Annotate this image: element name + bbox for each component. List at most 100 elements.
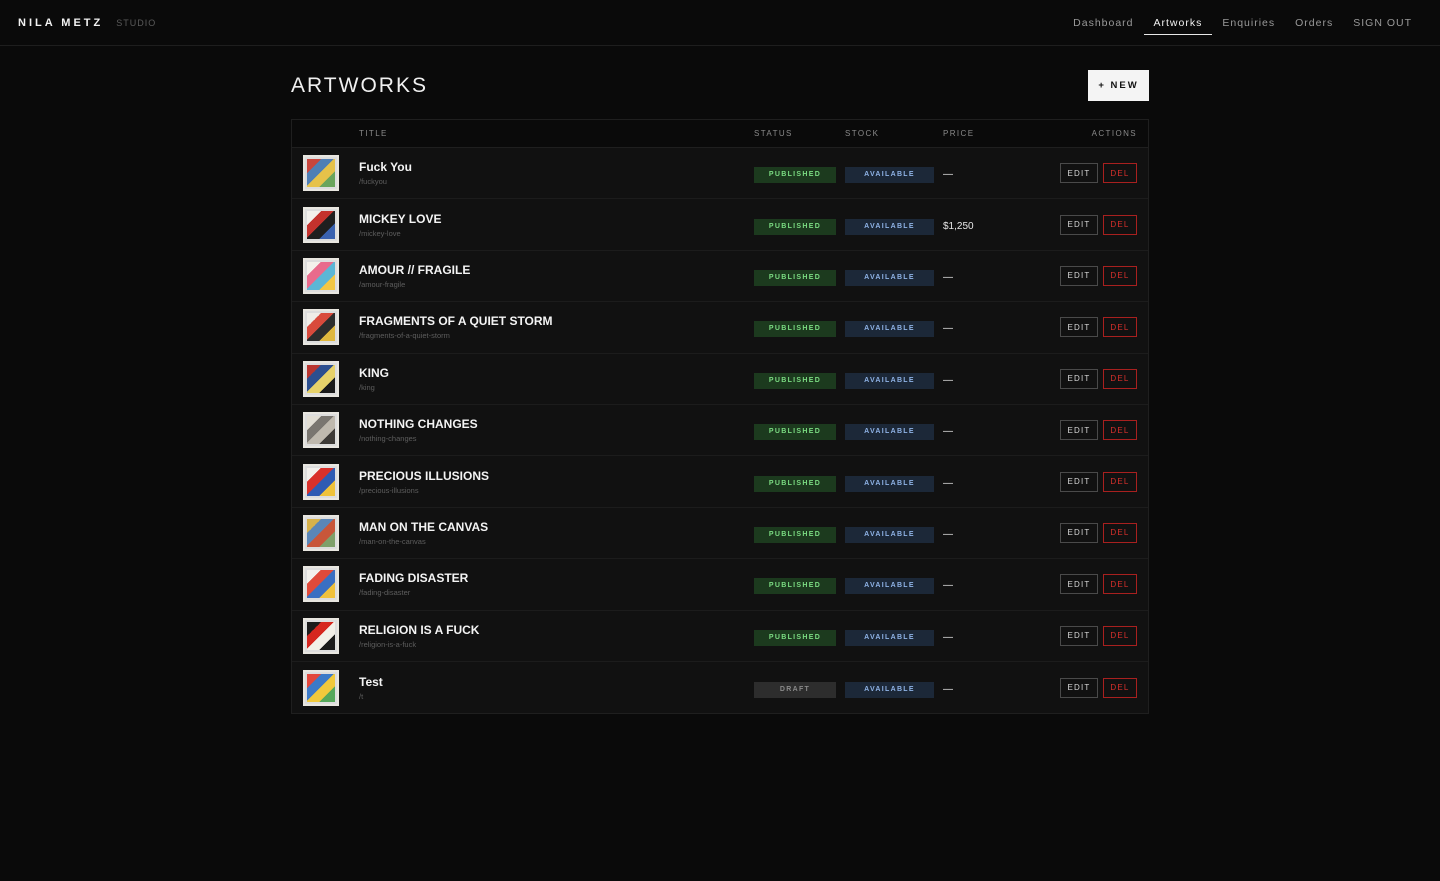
main-nav: Dashboard Artworks Enquiries Orders SIGN…	[1063, 0, 1422, 46]
edit-button[interactable]: EDIT	[1060, 163, 1098, 184]
edit-button[interactable]: EDIT	[1060, 368, 1098, 389]
status-badge: DRAFT	[754, 681, 836, 698]
artwork-image	[307, 313, 335, 342]
artwork-title[interactable]: FADING DISASTER	[359, 571, 754, 586]
delete-button[interactable]: DEL	[1103, 420, 1137, 441]
delete-button[interactable]: DEL	[1103, 677, 1137, 698]
main-content: ARTWORKS + NEW TITLE STATUS STOCK PRICE …	[291, 46, 1149, 715]
stock-badge: AVAILABLE	[845, 321, 934, 338]
artwork-title[interactable]: MICKEY LOVE	[359, 212, 754, 227]
table-body: Fuck You /fuckyou PUBLISHED AVAILABLE — …	[292, 148, 1148, 714]
nav-enquiries[interactable]: Enquiries	[1212, 0, 1285, 46]
row-actions: EDIT DEL	[1043, 574, 1137, 595]
status-badge: PUBLISHED	[754, 167, 836, 184]
edit-button[interactable]: EDIT	[1060, 574, 1098, 595]
artwork-price: —	[943, 374, 953, 386]
delete-button[interactable]: DEL	[1103, 163, 1137, 184]
sign-out-link[interactable]: SIGN OUT	[1343, 0, 1422, 46]
artwork-title[interactable]: Fuck You	[359, 160, 754, 175]
artwork-thumbnail[interactable]	[303, 155, 339, 192]
header-stock: STOCK	[845, 129, 880, 138]
row-actions: EDIT DEL	[1043, 677, 1137, 698]
status-badge: PUBLISHED	[754, 372, 836, 389]
artwork-title[interactable]: MAN ON THE CANVAS	[359, 520, 754, 535]
artwork-thumbnail[interactable]	[303, 617, 339, 654]
row-actions: EDIT DEL	[1043, 265, 1137, 286]
delete-button[interactable]: DEL	[1103, 625, 1137, 646]
brand[interactable]: NILA METZ STUDIO	[18, 17, 156, 29]
artwork-thumbnail[interactable]	[303, 463, 339, 500]
delete-button[interactable]: DEL	[1103, 317, 1137, 338]
top-nav: NILA METZ STUDIO Dashboard Artworks Enqu…	[0, 0, 1440, 46]
artwork-price: —	[943, 631, 953, 643]
artwork-slug: /fuckyou	[359, 177, 387, 187]
stock-badge: AVAILABLE	[845, 218, 934, 235]
edit-button[interactable]: EDIT	[1060, 522, 1098, 543]
artwork-thumbnail[interactable]	[303, 257, 339, 294]
delete-button[interactable]: DEL	[1103, 368, 1137, 389]
edit-button[interactable]: EDIT	[1060, 471, 1098, 492]
delete-button[interactable]: DEL	[1103, 522, 1137, 543]
page-title: ARTWORKS	[291, 73, 428, 97]
brand-subtitle: STUDIO	[116, 17, 157, 28]
stock-badge: AVAILABLE	[845, 578, 934, 595]
row-actions: EDIT DEL	[1043, 625, 1137, 646]
artwork-thumbnail[interactable]	[303, 206, 339, 243]
row-actions: EDIT DEL	[1043, 522, 1137, 543]
artwork-image	[307, 416, 335, 445]
delete-button[interactable]: DEL	[1103, 471, 1137, 492]
artwork-price: —	[943, 580, 953, 592]
row-actions: EDIT DEL	[1043, 214, 1137, 235]
new-artwork-button[interactable]: + NEW	[1088, 70, 1149, 101]
edit-button[interactable]: EDIT	[1060, 625, 1098, 646]
nav-dashboard[interactable]: Dashboard	[1063, 0, 1143, 46]
status-badge: PUBLISHED	[754, 475, 836, 492]
stock-badge: AVAILABLE	[845, 269, 934, 286]
artwork-title[interactable]: PRECIOUS ILLUSIONS	[359, 469, 754, 484]
artwork-slug: /mickey-love	[359, 228, 401, 238]
artwork-image	[307, 159, 335, 188]
artwork-slug: /t	[359, 691, 364, 701]
nav-artworks[interactable]: Artworks	[1143, 0, 1213, 46]
delete-button[interactable]: DEL	[1103, 214, 1137, 235]
artwork-slug: /man-on-the-canvas	[359, 536, 426, 546]
artwork-thumbnail[interactable]	[303, 669, 339, 706]
artwork-thumbnail[interactable]	[303, 514, 339, 551]
page-header: ARTWORKS + NEW	[291, 70, 1149, 101]
table-row: FADING DISASTER /fading-disaster PUBLISH…	[292, 559, 1148, 611]
edit-button[interactable]: EDIT	[1060, 317, 1098, 338]
status-badge: PUBLISHED	[754, 526, 836, 543]
edit-button[interactable]: EDIT	[1060, 677, 1098, 698]
artwork-title[interactable]: NOTHING CHANGES	[359, 417, 754, 432]
artwork-thumbnail[interactable]	[303, 360, 339, 397]
artwork-image	[307, 467, 335, 496]
artwork-price: —	[943, 271, 953, 283]
brand-name[interactable]: NILA METZ	[18, 17, 103, 29]
edit-button[interactable]: EDIT	[1060, 265, 1098, 286]
edit-button[interactable]: EDIT	[1060, 214, 1098, 235]
delete-button[interactable]: DEL	[1103, 265, 1137, 286]
artwork-title[interactable]: FRAGMENTS OF A QUIET STORM	[359, 314, 754, 329]
table-row: RELIGION IS A FUCK /religion-is-a-fuck P…	[292, 610, 1148, 662]
edit-button[interactable]: EDIT	[1060, 420, 1098, 441]
stock-badge: AVAILABLE	[845, 526, 934, 543]
table-row: PRECIOUS ILLUSIONS /precious-illusions P…	[292, 456, 1148, 508]
artworks-table: TITLE STATUS STOCK PRICE ACTIONS Fuck Yo…	[291, 119, 1149, 715]
artwork-image	[307, 673, 335, 702]
artwork-thumbnail[interactable]	[303, 309, 339, 346]
row-actions: EDIT DEL	[1043, 163, 1137, 184]
artwork-price: —	[943, 477, 953, 489]
header-title: TITLE	[359, 129, 388, 138]
stock-badge: AVAILABLE	[845, 681, 934, 698]
artwork-title[interactable]: Test	[359, 675, 754, 690]
nav-orders[interactable]: Orders	[1285, 0, 1343, 46]
artwork-thumbnail[interactable]	[303, 566, 339, 603]
artwork-thumbnail[interactable]	[303, 412, 339, 449]
stock-badge: AVAILABLE	[845, 167, 934, 184]
artwork-title[interactable]: KING	[359, 366, 754, 381]
row-actions: EDIT DEL	[1043, 368, 1137, 389]
delete-button[interactable]: DEL	[1103, 574, 1137, 595]
artwork-title[interactable]: RELIGION IS A FUCK	[359, 623, 754, 638]
artwork-title[interactable]: AMOUR // FRAGILE	[359, 263, 754, 278]
status-badge: PUBLISHED	[754, 218, 836, 235]
